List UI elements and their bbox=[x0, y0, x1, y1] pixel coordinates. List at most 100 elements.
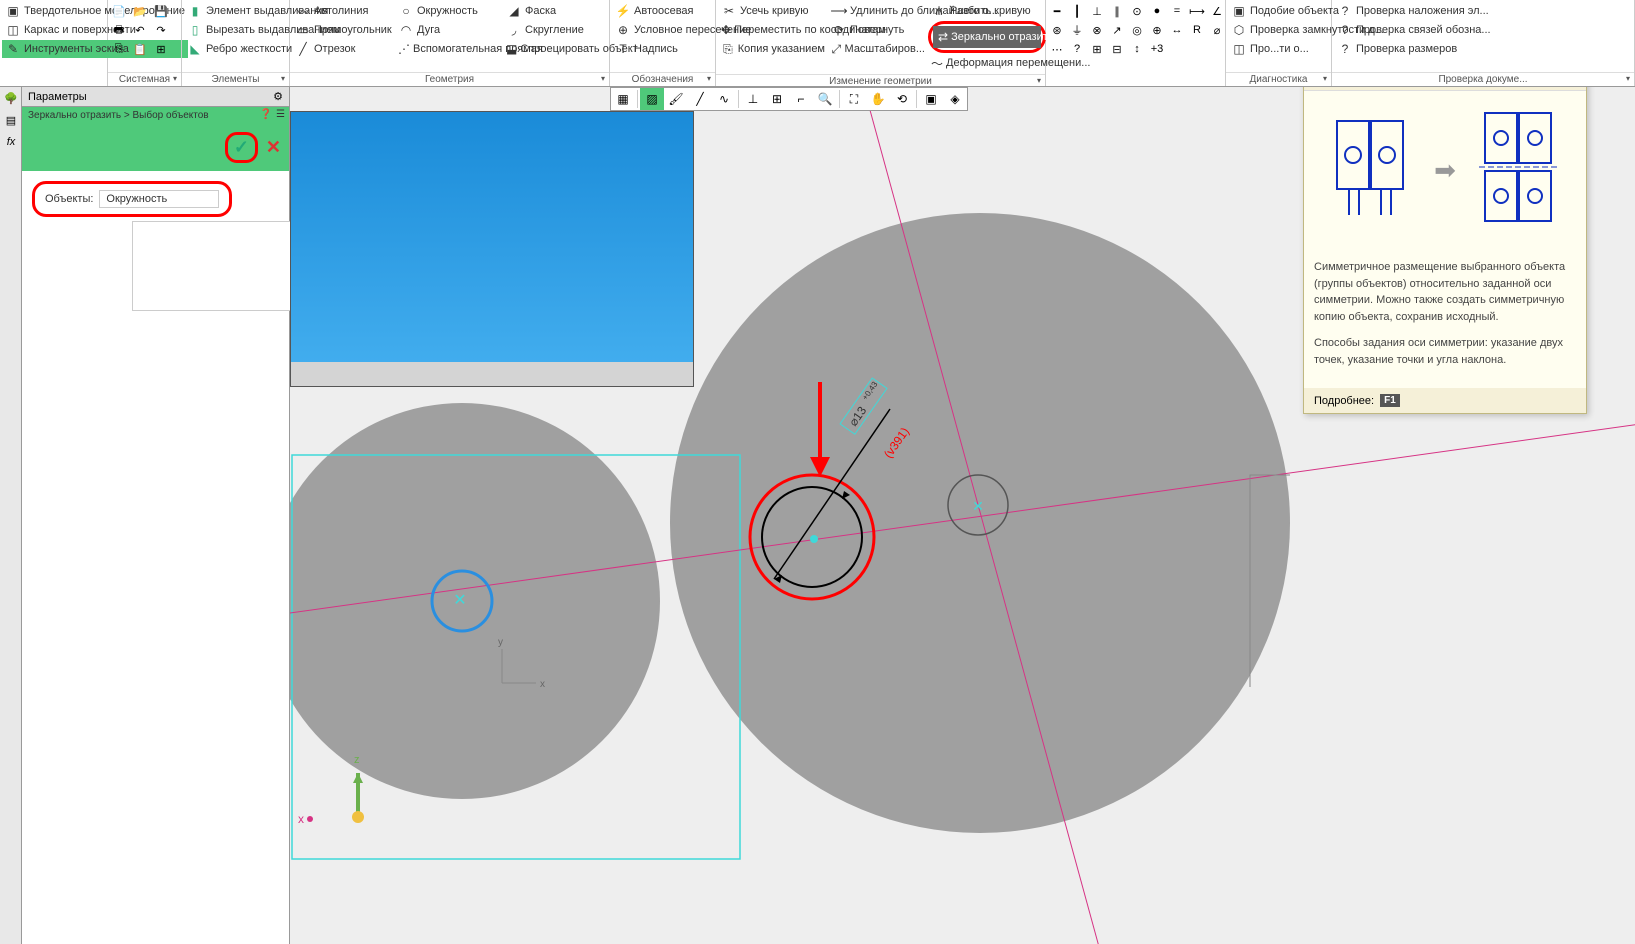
dim-button[interactable]: ⟼ bbox=[1188, 2, 1206, 20]
colinear-button[interactable]: ↗ bbox=[1108, 21, 1126, 39]
dist-button[interactable]: ↔ bbox=[1168, 21, 1186, 39]
label: Зеркально отразить bbox=[951, 31, 1053, 43]
aux-line-button[interactable]: ⋰Вспомогательная прямая bbox=[395, 40, 503, 58]
circle-button[interactable]: ○Окружность bbox=[395, 2, 503, 20]
fillet-button[interactable]: ◞Скругление bbox=[503, 21, 607, 39]
more2-button[interactable]: ? bbox=[1068, 40, 1086, 58]
props-button[interactable]: ⊞ bbox=[152, 40, 170, 58]
svg-text:y: y bbox=[498, 637, 503, 648]
check-overlay-button[interactable]: ?Проверка наложения эл... bbox=[1334, 2, 1494, 20]
check-icon: ⬡ bbox=[1231, 22, 1247, 38]
rectangle-button[interactable]: ▭Прямоугольник bbox=[292, 21, 395, 39]
tree-icon[interactable]: ☰ bbox=[276, 109, 285, 120]
angle-button[interactable]: ∠ bbox=[1208, 2, 1226, 20]
arc-button[interactable]: ◠Дуга bbox=[395, 21, 503, 39]
mirror-button[interactable]: ⇄Зеркально отразить bbox=[933, 26, 1041, 48]
more1-button[interactable]: ⋯ bbox=[1048, 40, 1066, 58]
vars-button[interactable]: fx bbox=[1, 132, 21, 152]
parameters-panel: Параметры ⚙ Зеркально отразить > Выбор о… bbox=[22, 87, 290, 944]
print-button[interactable]: 🖶 bbox=[110, 21, 128, 39]
ct-zoomfit[interactable]: ⛶ bbox=[842, 88, 866, 110]
undo-button[interactable]: ↶ bbox=[131, 21, 149, 39]
rotate-button[interactable]: ⟳Повернуть bbox=[828, 21, 928, 39]
sym-button[interactable]: ⊛ bbox=[1048, 21, 1066, 39]
more4-button[interactable]: ⊟ bbox=[1108, 40, 1126, 58]
help-icon[interactable]: ❓ bbox=[260, 109, 272, 120]
vconstraint-button[interactable]: ┃ bbox=[1068, 2, 1086, 20]
copy-button[interactable]: ⎘ bbox=[110, 40, 128, 58]
hconstraint-button[interactable]: ━ bbox=[1048, 2, 1066, 20]
objects-value[interactable]: Окружность bbox=[99, 190, 219, 208]
tree-button[interactable]: 🌳 bbox=[1, 88, 21, 108]
ct-line[interactable]: ╱ bbox=[688, 88, 712, 110]
gear-icon[interactable]: ⚙ bbox=[273, 90, 283, 103]
drawing-canvas[interactable]: ▦ ▨ 🖌 ╱ ∿ ⊥ ⊞ ⌐ 🔍 ⛶ ✋ ⟲ ▣ ◈ x y bbox=[290, 87, 1635, 944]
check-sizes-button[interactable]: ?Проверка размеров bbox=[1334, 40, 1494, 58]
more5-button[interactable]: ↕ bbox=[1128, 40, 1146, 58]
project-button[interactable]: ⬓Спроецировать объект bbox=[503, 40, 607, 58]
ct-btn-1[interactable]: ▦ bbox=[611, 88, 635, 110]
chamfer-button[interactable]: ◢Фаска bbox=[503, 2, 607, 20]
params-breadcrumb: Зеркально отразить > Выбор объектов ❓ ☰ bbox=[22, 107, 289, 124]
qmark-icon: ? bbox=[1337, 22, 1353, 38]
bolt-icon: ⚡ bbox=[615, 3, 631, 19]
ct-ortho[interactable]: ⊥ bbox=[741, 88, 765, 110]
objects-listbox[interactable] bbox=[132, 221, 312, 311]
diam-button[interactable]: ⌀ bbox=[1208, 21, 1226, 39]
point-on-button[interactable]: ⊕ bbox=[1148, 21, 1166, 39]
ct-snap[interactable]: ⌐ bbox=[789, 88, 813, 110]
paste-button[interactable]: 📋 bbox=[131, 40, 149, 58]
check-links-button[interactable]: ?Проверка связей обозна... bbox=[1334, 21, 1494, 39]
left-sidebar: 🌳 ▤ fx bbox=[0, 87, 22, 944]
copy-ref-button[interactable]: ⎘Копия указанием bbox=[718, 40, 828, 58]
params-confirm-bar: ✓ ✕ bbox=[22, 124, 289, 171]
open-file-button[interactable]: 📂 bbox=[131, 2, 149, 20]
fix-button[interactable]: ⏚ bbox=[1068, 21, 1086, 39]
ct-pan[interactable]: ✋ bbox=[866, 88, 890, 110]
parallel-button[interactable]: ∥ bbox=[1108, 2, 1126, 20]
ct-curve[interactable]: ∿ bbox=[712, 88, 736, 110]
radius-button[interactable]: R bbox=[1188, 21, 1206, 39]
rotate-icon: ⟳ bbox=[831, 22, 847, 38]
autoline-button[interactable]: 〰Автолиния bbox=[292, 2, 395, 20]
breadcrumb-text: Зеркально отразить > Выбор объектов bbox=[28, 110, 209, 121]
split-button[interactable]: ⋔Разбить кривую bbox=[928, 2, 1046, 20]
extend-button[interactable]: ⟶Удлинить до ближайшего о... bbox=[828, 2, 928, 20]
move-coords-button[interactable]: ✥Переместить по координатам bbox=[718, 21, 828, 39]
more6-button[interactable]: +3 bbox=[1148, 40, 1166, 58]
ct-zoom[interactable]: 🔍 bbox=[813, 88, 837, 110]
coincident-button[interactable]: ● bbox=[1148, 2, 1166, 20]
confirm-button[interactable]: ✓ bbox=[234, 137, 249, 158]
label: Отрезок bbox=[314, 43, 355, 55]
cancel-button[interactable]: ✕ bbox=[266, 137, 281, 158]
confirm-highlight: ✓ bbox=[225, 132, 258, 163]
perp-button[interactable]: ⊥ bbox=[1088, 2, 1106, 20]
arrow-annotation bbox=[800, 377, 840, 487]
save-button[interactable]: 💾 bbox=[152, 2, 170, 20]
group-label: Диагностика bbox=[1226, 72, 1331, 86]
scale-button[interactable]: ⤢Масштабиров... bbox=[828, 40, 928, 58]
segment-button[interactable]: ╱Отрезок bbox=[292, 40, 395, 58]
equal-button[interactable]: = bbox=[1168, 2, 1186, 20]
params-title: Параметры bbox=[28, 91, 87, 103]
midpt-button[interactable]: ⊗ bbox=[1088, 21, 1106, 39]
redo-button[interactable]: ↷ bbox=[152, 21, 170, 39]
tangent-button[interactable]: ⊙ bbox=[1128, 2, 1146, 20]
tooltip-more-label: Подробнее: bbox=[1314, 395, 1374, 407]
ct-view[interactable]: ▣ bbox=[919, 88, 943, 110]
ct-rotate[interactable]: ⟲ bbox=[890, 88, 914, 110]
concentric-button[interactable]: ◎ bbox=[1128, 21, 1146, 39]
layers-button[interactable]: ▤ bbox=[1, 110, 21, 130]
ct-grid[interactable]: ⊞ bbox=[765, 88, 789, 110]
objects-label: Объекты: bbox=[45, 193, 93, 205]
more3-button[interactable]: ⊞ bbox=[1088, 40, 1106, 58]
ct-shade[interactable]: ◈ bbox=[943, 88, 967, 110]
deform-button[interactable]: 〜Деформация перемещени... bbox=[928, 54, 1046, 72]
svg-text:x: x bbox=[298, 812, 304, 826]
qmark-icon: ? bbox=[1337, 41, 1353, 57]
ct-brush[interactable]: 🖌 bbox=[664, 88, 688, 110]
new-file-button[interactable]: 📄 bbox=[110, 2, 128, 20]
scale-icon: ⤢ bbox=[831, 41, 842, 57]
trim-button[interactable]: ✂Усечь кривую bbox=[718, 2, 828, 20]
sketch-mode-button[interactable]: ▨ bbox=[640, 88, 664, 110]
